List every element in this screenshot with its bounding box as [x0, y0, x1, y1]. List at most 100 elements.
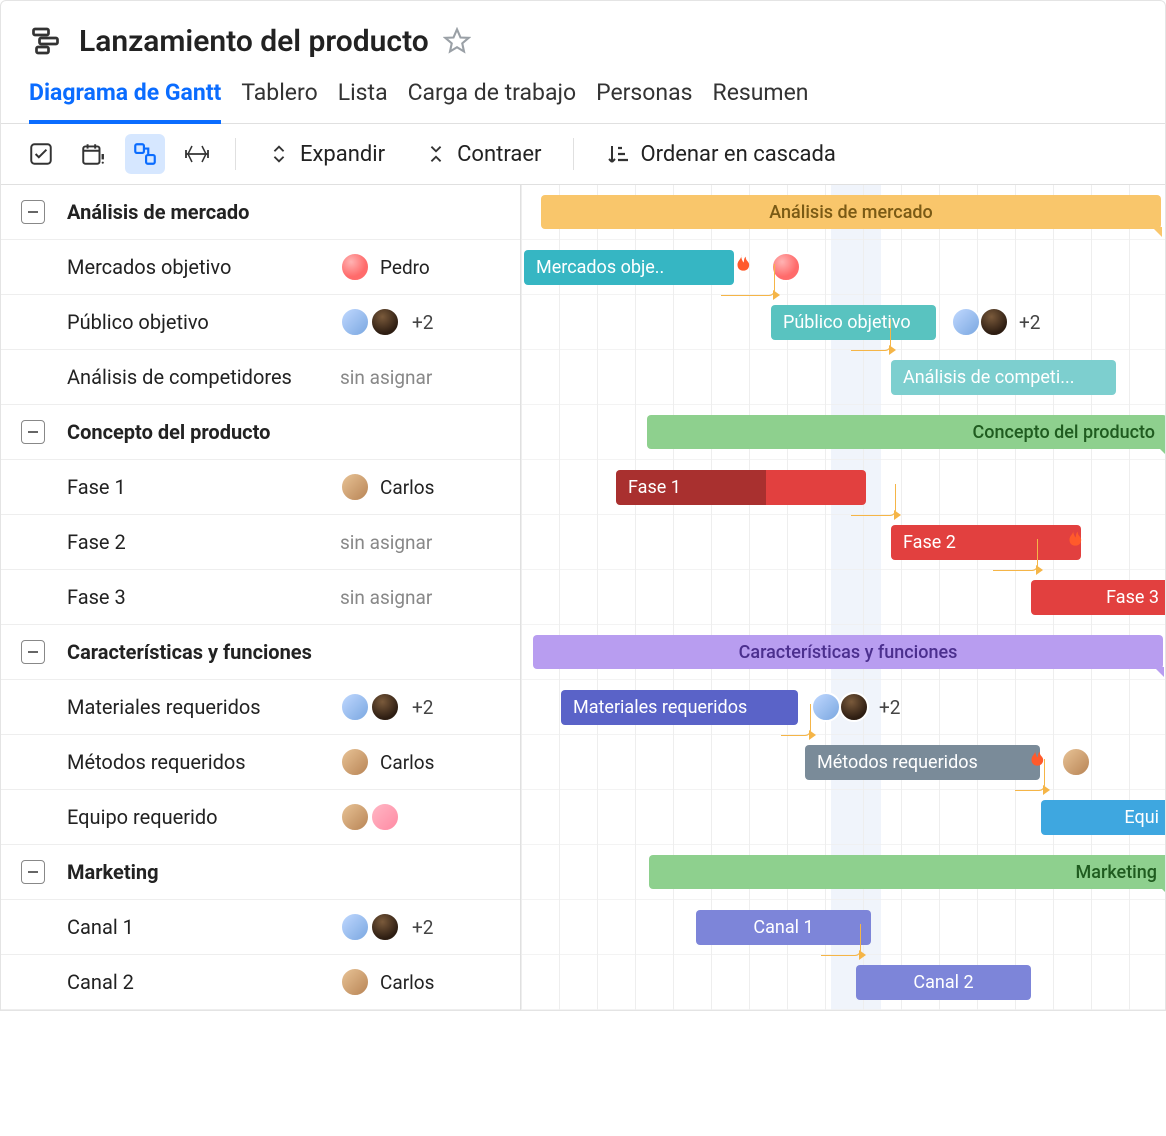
- tab-summary[interactable]: Resumen: [713, 69, 809, 123]
- task-name: Canal 1: [61, 915, 340, 939]
- task-bar[interactable]: Fase 1: [616, 470, 866, 505]
- timeline-zoom-icon[interactable]: [177, 134, 217, 174]
- task-row[interactable]: Canal 1 +2: [1, 900, 520, 955]
- collapse-toggle[interactable]: [21, 420, 45, 444]
- task-bar[interactable]: Equi: [1041, 800, 1165, 835]
- task-row[interactable]: Fase 2 sin asignar: [1, 515, 520, 570]
- task-name: Materiales requeridos: [61, 695, 340, 719]
- star-icon[interactable]: [443, 27, 471, 55]
- page-title: Lanzamiento del producto: [79, 24, 429, 59]
- task-bar-label: Público objetivo: [783, 312, 911, 333]
- checkbox-tool-icon[interactable]: [21, 134, 61, 174]
- collapse-toggle[interactable]: [21, 860, 45, 884]
- group-bar[interactable]: Análisis de mercado: [541, 195, 1161, 229]
- cascade-sort-button[interactable]: Ordenar en cascada: [592, 136, 849, 173]
- avatar: [340, 472, 370, 502]
- task-bar-label: Equi: [1124, 807, 1159, 828]
- avatar: [370, 912, 400, 942]
- task-bar[interactable]: Fase 3: [1031, 580, 1165, 615]
- task-name: Fase 2: [61, 530, 340, 554]
- dependency-link: [721, 264, 775, 296]
- task-name: Fase 3: [61, 585, 340, 609]
- task-row[interactable]: Materiales requeridos +2: [1, 680, 520, 735]
- task-bar-label: Fase 2: [903, 532, 956, 553]
- task-row[interactable]: Equipo requerido: [1, 790, 520, 845]
- tab-list[interactable]: Lista: [338, 69, 388, 123]
- group-bar-label: Características y funciones: [739, 642, 958, 663]
- group-bar[interactable]: Concepto del producto: [647, 415, 1165, 449]
- task-name: Fase 1: [61, 475, 340, 499]
- dependency-link: [851, 484, 896, 516]
- assignee[interactable]: Carlos: [340, 967, 520, 997]
- calendar-alert-icon[interactable]: [73, 134, 113, 174]
- task-bar-label: Análisis de competi...: [903, 367, 1074, 388]
- avatar-overflow: +2: [412, 311, 433, 334]
- assignee[interactable]: +2: [340, 692, 520, 722]
- assignee[interactable]: Carlos: [340, 747, 520, 777]
- assignee[interactable]: Carlos: [340, 472, 520, 502]
- group-bar[interactable]: Marketing: [649, 855, 1165, 889]
- task-bar[interactable]: Métodos requeridos: [805, 745, 1040, 780]
- cascade-label: Ordenar en cascada: [640, 142, 835, 167]
- task-row[interactable]: Público objetivo +2: [1, 295, 520, 350]
- assignee-unassigned[interactable]: sin asignar: [340, 586, 520, 609]
- group-row[interactable]: Marketing: [1, 845, 520, 900]
- task-bar[interactable]: Canal 2: [856, 965, 1031, 1000]
- avatar: [340, 912, 370, 942]
- task-name: Análisis de competidores: [61, 365, 340, 389]
- collapse-button[interactable]: Contraer: [411, 136, 555, 173]
- bar-assignees: [771, 252, 801, 282]
- assignee[interactable]: Pedro: [340, 252, 520, 282]
- collapse-label: Contraer: [457, 142, 541, 167]
- task-bar-label: Métodos requeridos: [817, 752, 978, 773]
- task-bar[interactable]: Mercados obje..: [524, 250, 734, 285]
- avatar: [370, 307, 400, 337]
- collapse-toggle[interactable]: [21, 640, 45, 664]
- group-bar-label: Concepto del producto: [973, 422, 1155, 443]
- assignee-name: Carlos: [380, 476, 434, 499]
- task-row[interactable]: Análisis de competidores sin asignar: [1, 350, 520, 405]
- expand-button[interactable]: Expandir: [254, 136, 399, 173]
- task-bar-label: Canal 1: [753, 917, 813, 938]
- tab-board[interactable]: Tablero: [241, 69, 317, 123]
- avatar-overflow: +2: [412, 696, 433, 719]
- assignee-unassigned[interactable]: sin asignar: [340, 366, 520, 389]
- dependency-tool-icon[interactable]: [125, 134, 165, 174]
- task-name: Público objetivo: [61, 310, 340, 334]
- collapse-toggle[interactable]: [21, 200, 45, 224]
- task-row[interactable]: Fase 3 sin asignar: [1, 570, 520, 625]
- assignee[interactable]: +2: [340, 307, 520, 337]
- task-bar[interactable]: Fase 2: [891, 525, 1081, 560]
- task-bar-label: Mercados obje..: [536, 257, 664, 278]
- group-bar-label: Análisis de mercado: [769, 202, 933, 223]
- assignee[interactable]: +2: [340, 912, 520, 942]
- avatar: [340, 692, 370, 722]
- task-bar[interactable]: Análisis de competi...: [891, 360, 1116, 395]
- group-row[interactable]: Características y funciones: [1, 625, 520, 680]
- avatar: [811, 692, 841, 722]
- task-name: Métodos requeridos: [61, 750, 340, 774]
- dependency-link: [821, 924, 861, 956]
- tab-gantt[interactable]: Diagrama de Gantt: [29, 69, 221, 124]
- group-row[interactable]: Análisis de mercado: [1, 185, 520, 240]
- task-bar-label: Fase 3: [1106, 587, 1159, 608]
- task-bar-label: Fase 1: [628, 477, 681, 498]
- task-name: Canal 2: [61, 970, 340, 994]
- assignee-name: Carlos: [380, 971, 434, 994]
- avatar-overflow: +2: [879, 696, 900, 719]
- bar-assignees: +2: [811, 692, 900, 722]
- avatar: [340, 252, 370, 282]
- tab-workload[interactable]: Carga de trabajo: [408, 69, 577, 123]
- tab-people[interactable]: Personas: [596, 69, 692, 123]
- task-row[interactable]: Métodos requeridos Carlos: [1, 735, 520, 790]
- task-row[interactable]: Canal 2 Carlos: [1, 955, 520, 1010]
- task-bar[interactable]: Materiales requeridos: [561, 690, 798, 725]
- group-bar[interactable]: Características y funciones: [533, 635, 1163, 669]
- group-row[interactable]: Concepto del producto: [1, 405, 520, 460]
- task-row[interactable]: Mercados objetivo Pedro: [1, 240, 520, 295]
- avatar: [951, 307, 981, 337]
- assignee-unassigned[interactable]: sin asignar: [340, 531, 520, 554]
- task-row[interactable]: Fase 1 Carlos: [1, 460, 520, 515]
- avatar: [340, 747, 370, 777]
- assignee[interactable]: [340, 802, 520, 832]
